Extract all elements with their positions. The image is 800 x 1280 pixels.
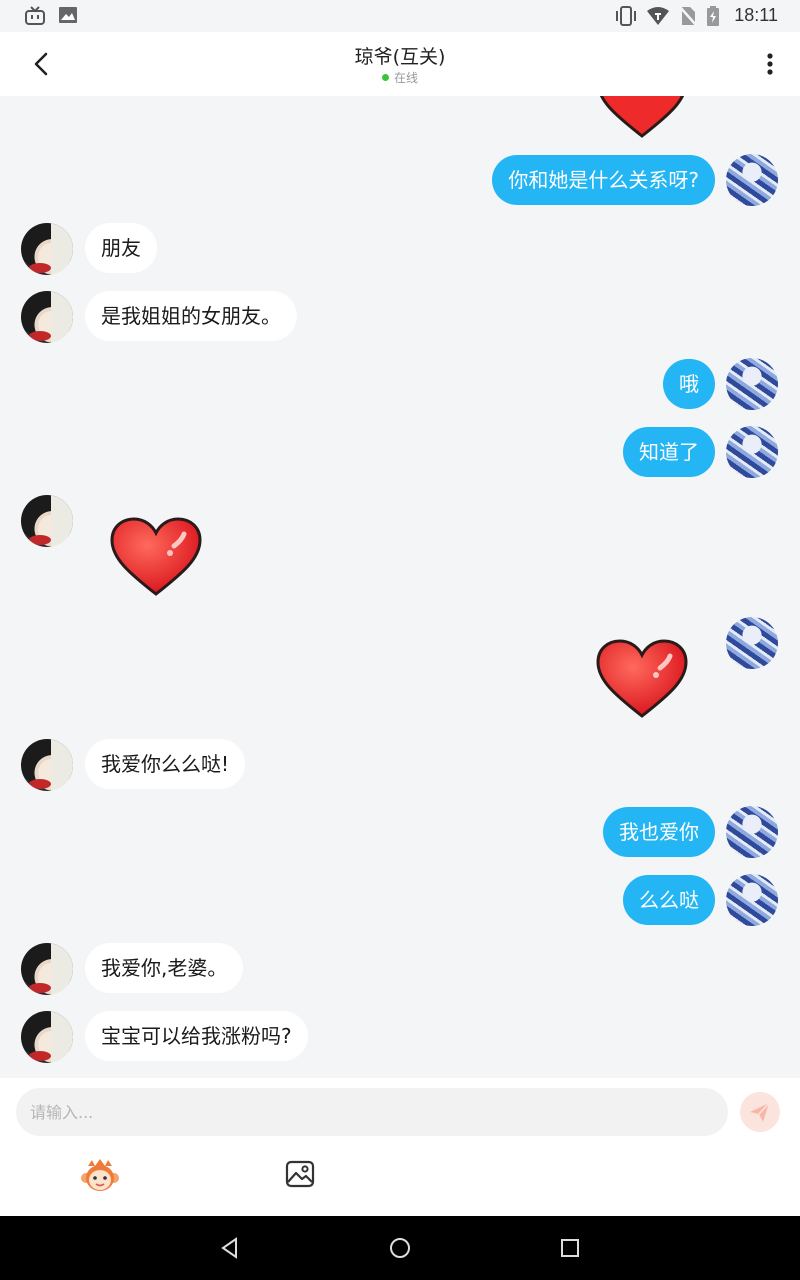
my-avatar[interactable] [726, 426, 778, 478]
my-avatar[interactable] [726, 806, 778, 858]
contact-name: 琼爷(互关) [354, 46, 446, 68]
emoji-monkey-icon[interactable] [80, 1158, 120, 1194]
friend-avatar[interactable] [21, 223, 73, 275]
composer [0, 1078, 800, 1216]
nav-recents-icon[interactable] [558, 1236, 582, 1260]
more-vertical-icon[interactable] [760, 48, 780, 80]
my-avatar[interactable] [726, 617, 778, 669]
message-list[interactable]: 你和她是什么关系呀? 朋友 是我姐姐的女朋友。 哦 知道了 我爱你么么哒! 我也… [0, 96, 800, 1078]
my-message-bubble[interactable]: 你和她是什么关系呀? [492, 155, 715, 205]
status-bar: 18:11 [0, 0, 800, 32]
status-time: 18:11 [734, 5, 778, 25]
nav-back-icon[interactable] [218, 1236, 242, 1260]
vibrate-icon [616, 6, 636, 26]
my-avatar[interactable] [726, 154, 778, 206]
friend-avatar[interactable] [21, 739, 73, 791]
friend-message-bubble[interactable]: 我爱你么么哒! [85, 739, 246, 789]
friend-message-bubble[interactable]: 我爱你,老婆。 [85, 943, 244, 993]
my-message-bubble[interactable]: 哦 [663, 359, 715, 409]
friend-message-bubble[interactable]: 是我姐姐的女朋友。 [85, 291, 297, 341]
battery-icon [707, 6, 719, 26]
my-avatar[interactable] [726, 874, 778, 926]
my-avatar[interactable] [726, 358, 778, 410]
no-sim-icon [679, 6, 697, 26]
heart-sticker[interactable] [108, 516, 204, 598]
nav-home-icon[interactable] [388, 1236, 412, 1260]
photo-icon[interactable] [284, 1158, 316, 1190]
send-icon[interactable] [740, 1092, 780, 1132]
heart-sticker[interactable] [594, 638, 690, 720]
online-status: 在线 [0, 69, 800, 86]
my-message-bubble[interactable]: 我也爱你 [603, 807, 715, 857]
friend-avatar[interactable] [21, 943, 73, 995]
tv-icon [25, 6, 45, 25]
online-status-text: 在线 [393, 71, 418, 85]
wifi-icon [647, 7, 669, 25]
my-message-bubble[interactable]: 么么哒 [623, 875, 715, 925]
image-icon [59, 7, 77, 23]
friend-message-bubble[interactable]: 朋友 [85, 223, 157, 273]
online-dot [381, 74, 389, 81]
friend-avatar[interactable] [21, 495, 73, 547]
heart-sticker[interactable] [594, 96, 690, 140]
friend-avatar[interactable] [21, 1011, 73, 1063]
system-nav-bar [0, 1216, 800, 1280]
chat-header: 琼爷(互关) 在线 [0, 32, 800, 96]
friend-avatar[interactable] [21, 291, 73, 343]
message-input[interactable] [16, 1088, 728, 1136]
my-message-bubble[interactable]: 知道了 [623, 427, 715, 477]
friend-message-bubble[interactable]: 宝宝可以给我涨粉吗? [85, 1011, 308, 1061]
